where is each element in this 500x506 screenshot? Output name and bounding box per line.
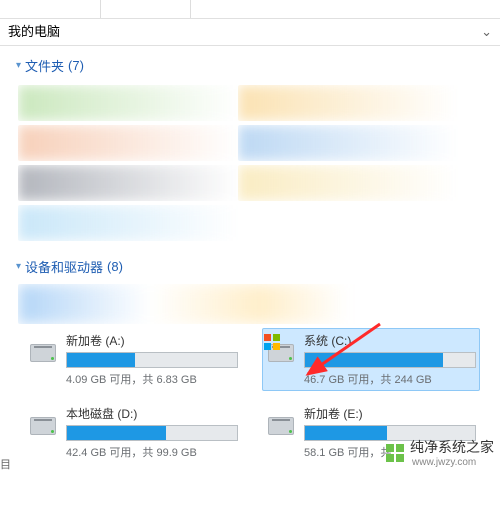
drive-item[interactable]: 系统 (C:) 46.7 GB 可用，共 244 GB: [262, 328, 480, 391]
location-title: 我的电脑: [8, 19, 60, 45]
drive-info: 新加卷 (A:) 4.09 GB 可用，共 6.83 GB: [66, 332, 238, 387]
watermark-logo-icon: [386, 444, 404, 462]
folder-item[interactable]: [238, 165, 458, 201]
drive-name: 本地磁盘 (D:): [66, 405, 238, 422]
watermark-url: www.jwzy.com: [412, 457, 494, 468]
drive-freespace: 46.7 GB 可用，共 244 GB: [304, 371, 476, 387]
drive-usage-bar: [304, 352, 476, 368]
drive-info: 系统 (C:) 46.7 GB 可用，共 244 GB: [304, 332, 476, 387]
watermark: 纯净系统之家 www.jwzy.com: [386, 437, 494, 468]
drive-freespace: 4.09 GB 可用，共 6.83 GB: [66, 371, 238, 387]
collapse-icon: ▾: [16, 261, 21, 272]
folder-item[interactable]: [18, 85, 238, 121]
drive-icon: [266, 334, 296, 364]
statusbar-fragment: 目: [0, 456, 11, 472]
folder-item[interactable]: [18, 205, 238, 241]
group-folders-count: (7): [68, 58, 84, 73]
content-pane: ▾ 文件夹 (7) ▾ 设备和驱动器 (8) 新加卷 (A:) 4.09 GB 可…: [0, 46, 500, 474]
drive-usage-bar: [66, 352, 238, 368]
group-folders-label: 文件夹: [25, 56, 64, 75]
drive-icon: [266, 407, 296, 437]
drive-usage-bar: [66, 425, 238, 441]
folder-item[interactable]: [238, 125, 458, 161]
drive-icon: [28, 334, 58, 364]
group-devices-label: 设备和驱动器: [25, 257, 103, 276]
drive-icon: [28, 407, 58, 437]
watermark-text: 纯净系统之家: [410, 437, 494, 457]
drive-name: 新加卷 (E:): [304, 405, 476, 422]
drive-name: 新加卷 (A:): [66, 332, 238, 349]
drive-item[interactable]: 本地磁盘 (D:) 42.4 GB 可用，共 99.9 GB: [24, 401, 242, 464]
location-bar[interactable]: 我的电脑 ⌄: [0, 19, 500, 46]
folder-item[interactable]: [18, 125, 238, 161]
folder-item[interactable]: [238, 85, 458, 121]
collapse-icon: ▾: [16, 60, 21, 71]
group-folders-header[interactable]: ▾ 文件夹 (7): [16, 56, 494, 75]
folders-grid: [6, 83, 494, 243]
device-item-blurred[interactable]: [18, 284, 458, 324]
drive-name: 系统 (C:): [304, 332, 476, 349]
toolbar: [0, 0, 500, 19]
group-devices-count: (8): [107, 259, 123, 274]
drive-item[interactable]: 新加卷 (A:) 4.09 GB 可用，共 6.83 GB: [24, 328, 242, 391]
drive-info: 本地磁盘 (D:) 42.4 GB 可用，共 99.9 GB: [66, 405, 238, 460]
folder-item[interactable]: [18, 165, 238, 201]
drive-freespace: 42.4 GB 可用，共 99.9 GB: [66, 444, 238, 460]
group-devices-header[interactable]: ▾ 设备和驱动器 (8): [16, 257, 494, 276]
chevron-down-icon[interactable]: ⌄: [481, 19, 492, 45]
